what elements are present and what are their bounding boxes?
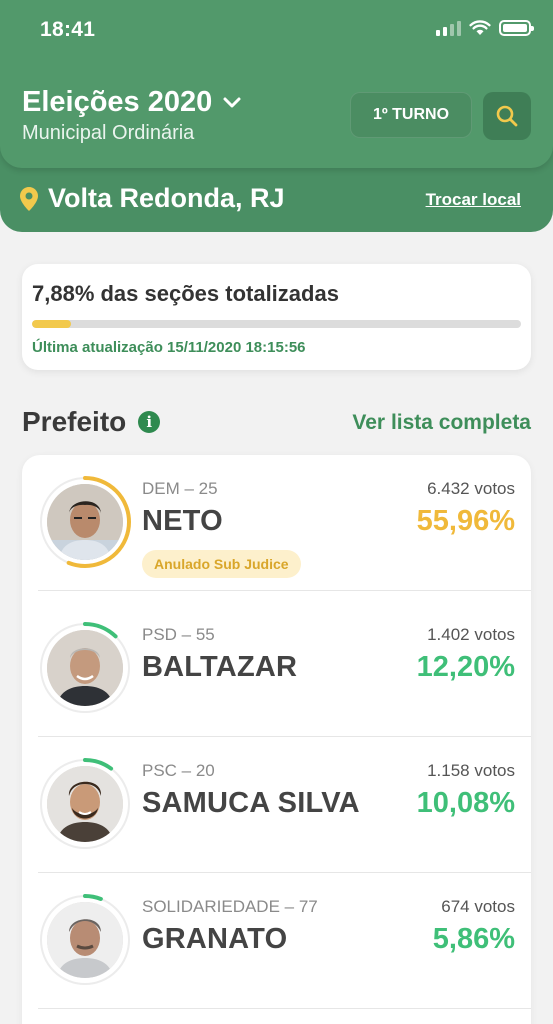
- candidate-avatar: [38, 475, 132, 569]
- candidate-percent: 10,08%: [416, 787, 515, 819]
- search-icon: [496, 105, 518, 127]
- candidate-name: SAMUCA SILVA: [142, 787, 360, 819]
- candidate-party: PSC – 20: [142, 761, 215, 780]
- candidate-row[interactable]: PSD – 55 BALTAZAR 1.402 votos 12,20%: [22, 601, 531, 737]
- candidate-votes: 1.158 votos: [427, 761, 515, 780]
- status-icons: [436, 20, 534, 36]
- full-list-link[interactable]: Ver lista completa: [352, 411, 531, 435]
- candidate-avatar: [38, 757, 132, 851]
- last-update: Última atualização 15/11/2020 18:15:56: [32, 339, 306, 356]
- section-title: Prefeito: [22, 406, 127, 437]
- change-location-link[interactable]: Trocar local: [426, 190, 521, 210]
- wifi-icon: [469, 20, 491, 35]
- candidate-party: SOLIDARIEDADE – 77: [142, 897, 318, 916]
- candidate-avatar: [38, 893, 132, 987]
- totalization-percent: 7,88% das seções totalizadas: [32, 281, 339, 306]
- candidate-name: BALTAZAR: [142, 651, 298, 683]
- candidate-votes: 674 votos: [441, 897, 515, 916]
- battery-icon: [499, 20, 534, 36]
- candidate-row[interactable]: SOLIDARIEDADE – 77 GRANATO 674 votos 5,8…: [22, 873, 531, 1009]
- candidate-list: DEM – 25 NETO 6.432 votos 55,96% Anulado…: [22, 455, 531, 1024]
- totalization-progress-fill: [32, 320, 71, 328]
- candidate-percent: 5,86%: [432, 923, 515, 955]
- candidate-votes: 6.432 votos: [427, 479, 515, 498]
- candidate-name: NETO: [142, 505, 223, 537]
- status-time: 18:41: [40, 18, 96, 41]
- search-button[interactable]: [483, 92, 531, 140]
- candidate-percent: 12,20%: [416, 651, 515, 683]
- candidate-photo: [47, 630, 123, 706]
- candidate-photo: [47, 766, 123, 842]
- totalization-progress-bar: [32, 320, 521, 328]
- candidate-party: PSD – 55: [142, 625, 215, 644]
- candidate-percent: 55,96%: [416, 505, 515, 537]
- chevron-down-icon: [223, 97, 241, 107]
- current-location: Volta Redonda, RJ: [20, 183, 285, 214]
- app-subtitle: Municipal Ordinária: [22, 122, 195, 144]
- candidate-party: DEM – 25: [142, 479, 218, 498]
- divider: [38, 1008, 531, 1009]
- candidate-avatar: [38, 621, 132, 715]
- app-title: Eleições 2020: [22, 86, 213, 118]
- candidate-votes: 1.402 votos: [427, 625, 515, 644]
- location-name: Volta Redonda, RJ: [48, 183, 285, 213]
- info-icon[interactable]: i: [138, 411, 161, 433]
- map-pin-icon: [20, 186, 38, 211]
- cellular-signal-icon: [436, 20, 461, 36]
- status-badge: Anulado Sub Judice: [142, 550, 301, 578]
- candidate-photo: [47, 902, 123, 978]
- section-header: Prefeito i: [22, 406, 161, 438]
- divider: [38, 590, 531, 591]
- candidate-row[interactable]: DEM – 25 NETO 6.432 votos 55,96% Anulado…: [22, 455, 531, 591]
- election-selector[interactable]: Eleições 2020: [22, 86, 242, 119]
- candidate-photo: [47, 484, 123, 560]
- turno-button[interactable]: 1º TURNO: [350, 92, 472, 138]
- totalization-card: 7,88% das seções totalizadas Última atua…: [22, 264, 531, 370]
- candidate-name: GRANATO: [142, 923, 288, 955]
- candidate-row[interactable]: PSC – 20 SAMUCA SILVA 1.158 votos 10,08%: [22, 737, 531, 873]
